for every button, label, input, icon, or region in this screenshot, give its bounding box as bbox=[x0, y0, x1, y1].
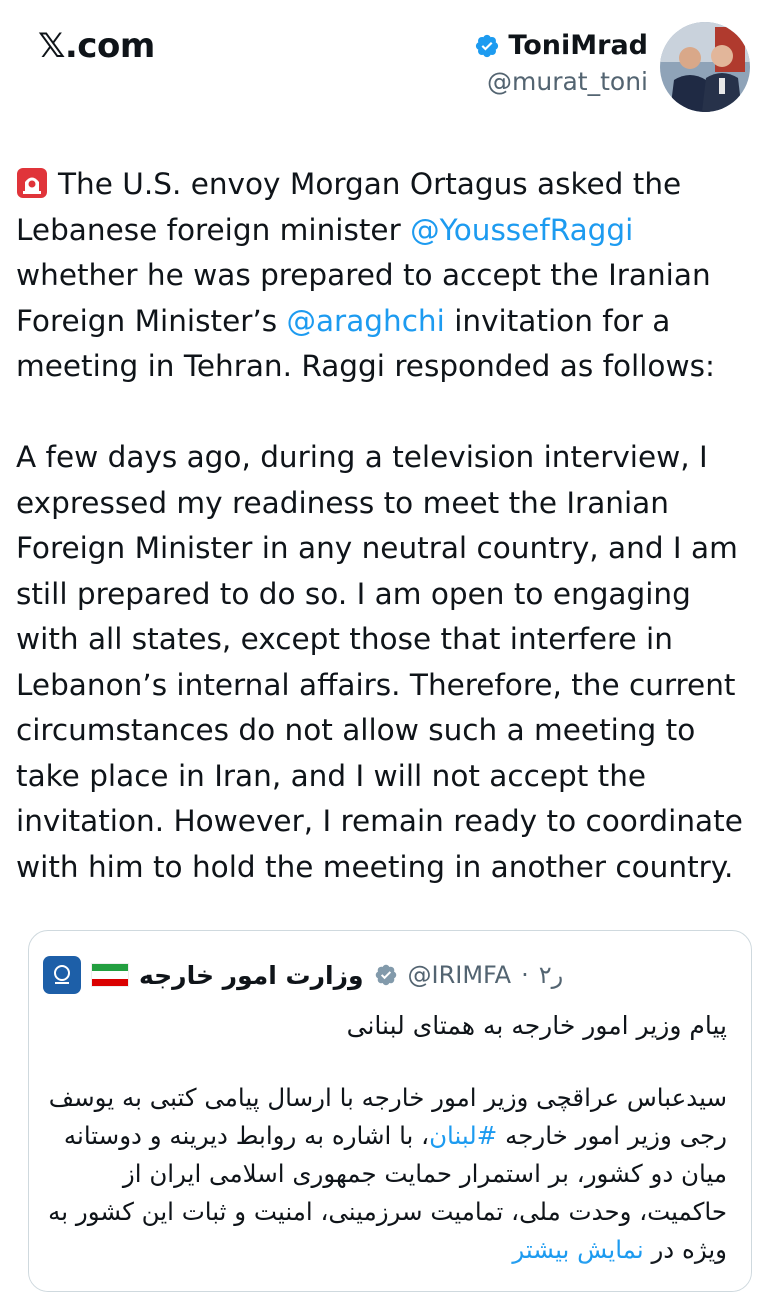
quoted-handle[interactable]: @IRIMFA bbox=[408, 961, 512, 989]
mention-youssefraggi[interactable]: @YoussefRaggi bbox=[410, 213, 633, 247]
gray-verified-badge-icon bbox=[375, 964, 396, 986]
display-name[interactable]: ToniMrad bbox=[508, 30, 648, 61]
avatar[interactable] bbox=[660, 22, 750, 112]
hashtag-lebanon[interactable]: #لبنان bbox=[429, 1121, 497, 1150]
verified-badge-icon bbox=[476, 34, 499, 57]
quoted-body-text: سیدعباس عراقچی وزیر امور خارجه با ارسال … bbox=[43, 1079, 727, 1269]
author-block[interactable]: ToniMrad @murat_toni bbox=[474, 30, 648, 96]
avatar-photo-icon bbox=[660, 22, 750, 112]
tweet-text: The U.S. envoy Morgan Ortagus asked the … bbox=[16, 162, 756, 890]
display-name-row: ToniMrad bbox=[474, 30, 648, 61]
quoted-subtitle: پیام وزیر امور خارجه به همتای لبنانی bbox=[346, 1011, 727, 1040]
mention-araghchi[interactable]: @araghchi bbox=[286, 304, 444, 338]
bottom-fade bbox=[29, 1261, 751, 1291]
tweet-paragraph-2: A few days ago, during a television inte… bbox=[16, 440, 743, 884]
header: 𝕏.com ToniMrad @murat_toni bbox=[0, 0, 768, 130]
tweet-paragraph-1: The U.S. envoy Morgan Ortagus asked the … bbox=[16, 162, 756, 390]
quoted-tweet-card[interactable]: وزارت امور خارجه @IRIMFA · ۲ر پیام وزیر … bbox=[28, 930, 752, 1292]
quoted-separator: · bbox=[521, 961, 529, 989]
show-more-link[interactable]: نمایش بیشتر bbox=[512, 1235, 643, 1264]
quoted-tweet-header: وزارت امور خارجه @IRIMFA · ۲ر bbox=[43, 953, 733, 997]
siren-emoji-icon bbox=[17, 168, 47, 198]
site-brand[interactable]: 𝕏.com bbox=[38, 26, 155, 66]
user-handle[interactable]: @murat_toni bbox=[474, 67, 648, 96]
irimfa-logo-icon[interactable] bbox=[43, 956, 81, 994]
quoted-display-name[interactable]: وزارت امور خارجه bbox=[139, 961, 364, 990]
quoted-timestamp[interactable]: ۲ر bbox=[539, 961, 563, 989]
iran-flag-icon bbox=[91, 963, 129, 987]
